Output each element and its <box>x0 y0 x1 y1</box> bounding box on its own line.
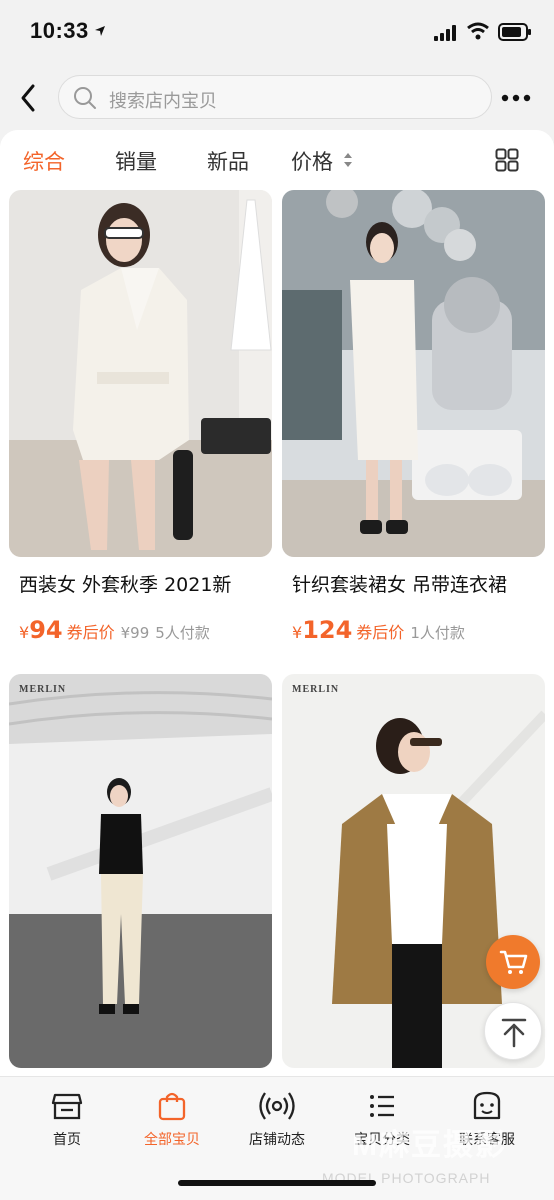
arrow-up-icon <box>501 1018 527 1048</box>
status-bar: 10:33 <box>0 0 554 62</box>
brand-logo: MERLIN <box>292 684 340 695</box>
price-tag: 券后价 <box>66 623 115 642</box>
watermark: M麻豆摄影 <box>352 1129 507 1162</box>
list-icon <box>370 1095 394 1117</box>
sort-arrows-icon <box>344 153 352 167</box>
shop-icon <box>51 1093 83 1120</box>
product-title[interactable]: 针织套装裙女 吊带连衣裙 <box>292 570 542 597</box>
tab-new[interactable]: 新品 <box>207 146 249 176</box>
price-row: ¥124 券后价 1人付款 <box>292 616 465 644</box>
price-row: ¥94 券后价 ¥99 5人付款 <box>19 616 210 644</box>
product-panel: 综合 销量 新品 价格 西装女 外套秋季 2021新 ¥94 券后价 ¥99 5… <box>0 130 554 1076</box>
tab-comprehensive[interactable]: 综合 <box>23 146 65 176</box>
product-title[interactable]: 西装女 外套秋季 2021新 <box>19 570 269 597</box>
back-button[interactable] <box>14 80 44 116</box>
price-value: 94 <box>29 616 63 644</box>
nav-label: 店铺动态 <box>249 1132 305 1148</box>
cellular-signal-icon <box>434 25 456 41</box>
product-card[interactable]: MERLIN <box>9 674 272 1068</box>
sold-count: 5人付款 <box>155 624 210 642</box>
nav-home[interactable]: 首页 <box>12 1085 122 1155</box>
nav-label: 全部宝贝 <box>144 1132 200 1148</box>
search-input[interactable]: 搜索店内宝贝 <box>58 75 492 119</box>
back-to-top-button[interactable] <box>484 1002 542 1060</box>
sold-count: 1人付款 <box>410 624 465 642</box>
price-value: 124 <box>302 616 353 644</box>
nav-shop-news[interactable]: 店铺动态 <box>222 1085 332 1155</box>
price-tag: 券后价 <box>356 623 405 642</box>
status-time: 10:33 <box>30 18 89 43</box>
search-placeholder: 搜索店内宝贝 <box>109 91 217 112</box>
original-price: ¥99 <box>120 624 150 642</box>
nav-all-products[interactable]: 全部宝贝 <box>117 1085 227 1155</box>
tab-sales[interactable]: 销量 <box>115 146 157 176</box>
search-header: 搜索店内宝贝 <box>0 62 554 132</box>
product-image[interactable]: MERLIN <box>9 674 272 1068</box>
product-card[interactable]: 针织套装裙女 吊带连衣裙 ¥124 券后价 1人付款 <box>282 190 545 660</box>
battery-icon <box>498 23 531 41</box>
product-image[interactable] <box>9 190 272 557</box>
brand-logo: MERLIN <box>19 684 67 695</box>
more-options-icon[interactable] <box>500 92 532 104</box>
product-card[interactable]: 西装女 外套秋季 2021新 ¥94 券后价 ¥99 5人付款 <box>9 190 272 660</box>
home-indicator[interactable] <box>178 1180 376 1186</box>
product-image[interactable] <box>282 190 545 557</box>
broadcast-icon <box>259 1092 295 1120</box>
currency-symbol: ¥ <box>19 623 30 642</box>
nav-label: 首页 <box>53 1132 81 1148</box>
sort-bar: 综合 销量 新品 价格 <box>0 130 554 188</box>
search-icon <box>74 87 96 109</box>
cart-button[interactable] <box>486 935 540 989</box>
tab-price[interactable]: 价格 <box>291 146 333 176</box>
grid-view-icon[interactable] <box>495 148 519 172</box>
wifi-icon <box>467 22 489 40</box>
location-arrow-icon <box>95 26 105 36</box>
bag-icon <box>158 1092 186 1121</box>
cart-icon <box>499 950 528 974</box>
currency-symbol: ¥ <box>292 623 303 642</box>
service-icon <box>473 1091 501 1120</box>
